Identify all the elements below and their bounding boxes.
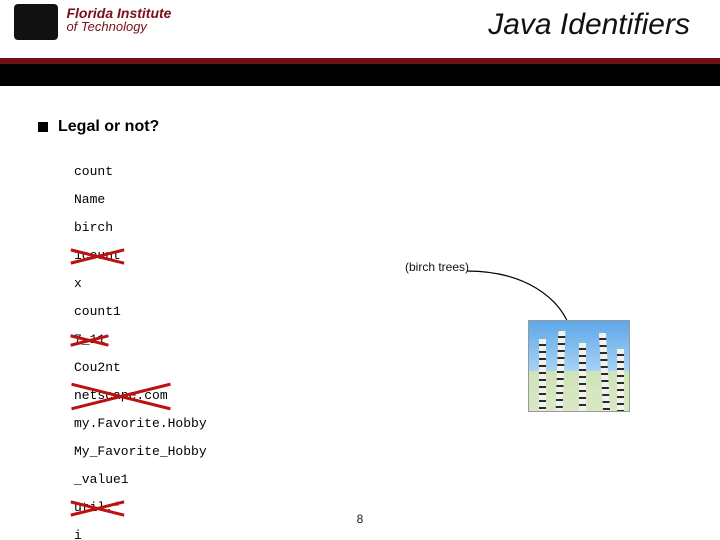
slide-header: Florida Institute of Technology Java Ide… <box>0 0 720 58</box>
page-number: 8 <box>357 512 364 526</box>
identifier-item: x <box>74 277 82 290</box>
identifier-item: count1 <box>74 305 121 318</box>
panther-icon <box>14 4 58 40</box>
identifier-item: my.Favorite.Hobby <box>74 417 207 430</box>
identifier-item: My_Favorite_Hobby <box>74 445 207 458</box>
institution-logo: Florida Institute of Technology <box>14 4 184 46</box>
institution-name: Florida Institute of Technology <box>66 6 171 34</box>
identifier-item: _value1 <box>74 473 129 486</box>
cross-out-icon <box>70 245 125 265</box>
identifier-item: util.* <box>74 501 121 514</box>
black-divider <box>0 64 720 86</box>
slide-title: Java Identifiers <box>488 8 690 42</box>
cross-out-icon <box>70 497 125 517</box>
identifier-item: 1count <box>74 249 121 262</box>
identifier-item: Cou2nt <box>74 361 121 374</box>
logo-line-2: of Technology <box>66 20 171 34</box>
bullet-question: Legal or not? <box>38 118 690 136</box>
logo-line-1: Florida Institute <box>66 6 171 20</box>
square-bullet-icon <box>38 122 48 132</box>
identifier-item: netscape.com <box>74 389 168 402</box>
identifier-item: birch <box>74 221 113 234</box>
cross-out-icon <box>70 385 172 405</box>
slide: Florida Institute of Technology Java Ide… <box>0 0 720 540</box>
annotation-label: (birch trees) <box>405 260 469 274</box>
identifier-item: Name <box>74 193 105 206</box>
bullet-text: Legal or not? <box>58 118 159 136</box>
identifier-item: count <box>74 165 113 178</box>
identifier-item: i <box>74 529 82 540</box>
identifier-item: 7_11 <box>74 333 105 346</box>
cross-out-icon <box>70 329 109 349</box>
birch-trees-image <box>528 320 630 412</box>
